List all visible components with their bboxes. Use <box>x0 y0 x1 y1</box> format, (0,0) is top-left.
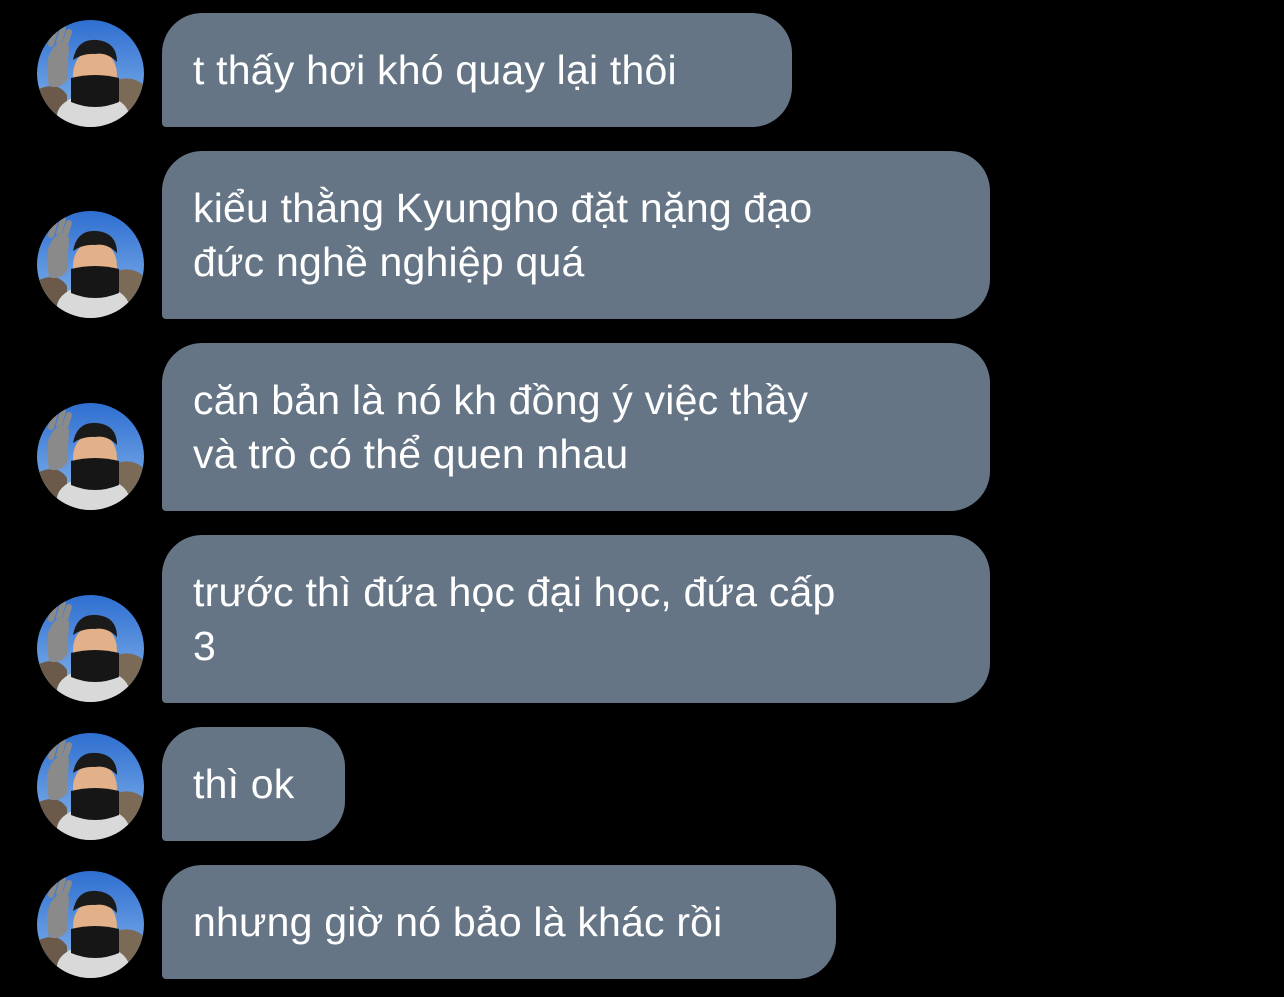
user-avatar-icon <box>37 403 144 510</box>
message-bubble[interactable]: trước thì đứa học đại học, đứa cấp 3 <box>162 535 990 703</box>
avatar[interactable] <box>37 871 144 978</box>
message-bubble[interactable]: kiểu thằng Kyungho đặt nặng đạo đức nghề… <box>162 151 990 319</box>
message-text: thì ok <box>193 761 295 807</box>
message-bubble[interactable]: nhưng giờ nó bảo là khác rồi <box>162 865 836 979</box>
user-avatar-icon <box>37 20 144 127</box>
avatar[interactable] <box>37 595 144 702</box>
avatar[interactable] <box>37 403 144 510</box>
message-thread: t thấy hơi khó quay lại thôi kiểu thằng … <box>0 0 1284 997</box>
avatar[interactable] <box>37 211 144 318</box>
user-avatar-icon <box>37 211 144 318</box>
message-bubble[interactable]: t thấy hơi khó quay lại thôi <box>162 13 792 127</box>
avatar[interactable] <box>37 20 144 127</box>
avatar[interactable] <box>37 733 144 840</box>
message-text: kiểu thằng Kyungho đặt nặng đạo đức nghề… <box>193 185 813 285</box>
user-avatar-icon <box>37 595 144 702</box>
user-avatar-icon <box>37 871 144 978</box>
message-text: trước thì đứa học đại học, đứa cấp 3 <box>193 569 836 669</box>
message-text: nhưng giờ nó bảo là khác rồi <box>193 899 723 945</box>
message-bubble[interactable]: căn bản là nó kh đồng ý việc thầy và trò… <box>162 343 990 511</box>
user-avatar-icon <box>37 733 144 840</box>
message-text: t thấy hơi khó quay lại thôi <box>193 47 677 93</box>
message-text: căn bản là nó kh đồng ý việc thầy và trò… <box>193 377 809 477</box>
message-bubble[interactable]: thì ok <box>162 727 345 841</box>
